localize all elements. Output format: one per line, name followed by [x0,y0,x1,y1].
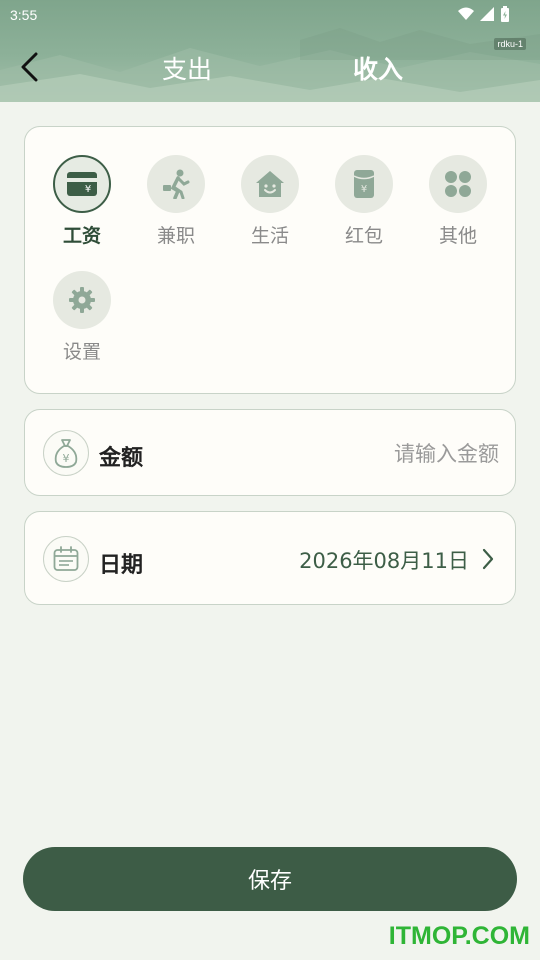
debug-tag: rdku-1 [494,38,526,50]
battery-icon [501,6,509,22]
category-label: 红包 [344,225,383,247]
running-person-icon [163,169,190,199]
category-redpacket[interactable]: ¥ 红包 [324,155,404,248]
money-bag-icon: ¥ [54,439,78,468]
wallet-card-icon: ¥ [67,172,97,196]
status-icons [458,6,510,22]
svg-text:¥: ¥ [361,184,367,195]
calendar-icon [53,546,79,571]
header: 3:55 rdku-1 支出 收入 [0,0,540,102]
category-parttime[interactable]: 兼职 [136,155,216,248]
wifi-icon [458,7,474,20]
amount-input[interactable] [239,436,499,472]
back-button[interactable] [12,48,46,86]
tab-income[interactable]: 收入 [353,50,403,86]
category-icon-circle [241,155,299,213]
house-smile-icon [256,171,284,197]
save-button[interactable]: 保存 [23,847,517,911]
date-value[interactable]: 2026年08月11日 [299,545,469,575]
watermark-logo: ITMOP.COM [388,922,530,950]
amount-label: 金额 [99,446,144,471]
category-icon-circle: ¥ [53,155,111,213]
date-label: 日期 [99,553,144,578]
category-label: 兼职 [156,225,195,247]
category-label: 其他 [438,225,477,247]
category-settings[interactable]: 设置 [42,271,122,364]
category-other[interactable]: 其他 [418,155,498,248]
category-icon-circle: ¥ [335,155,393,213]
category-icon-circle [147,155,205,213]
svg-text:¥: ¥ [63,452,70,465]
category-icon-circle [53,271,111,329]
four-leaf-icon [445,171,471,197]
chevron-right-icon [482,548,494,570]
status-bar: 3:55 [0,0,540,30]
amount-row: ¥ 金额 [24,409,516,496]
svg-text:¥: ¥ [85,184,91,195]
category-salary[interactable]: ¥ 工资 [42,155,122,248]
gear-icon [69,287,95,313]
category-label: 工资 [62,225,101,247]
signal-icon [480,7,494,21]
chevron-left-icon [21,52,38,82]
amount-icon-circle: ¥ [43,430,89,476]
category-label: 生活 [250,225,289,247]
category-living[interactable]: 生活 [230,155,310,248]
red-envelope-icon: ¥ [354,170,374,198]
date-row[interactable]: 日期 2026年08月11日 [24,511,516,605]
category-icon-circle [429,155,487,213]
tab-expense[interactable]: 支出 [162,50,212,86]
status-time: 3:55 [10,7,38,23]
date-icon-circle [43,536,89,582]
category-label: 设置 [62,341,101,363]
category-card: ¥ 工资 兼职 生活 ¥ 红包 其他 设置 [24,126,516,394]
